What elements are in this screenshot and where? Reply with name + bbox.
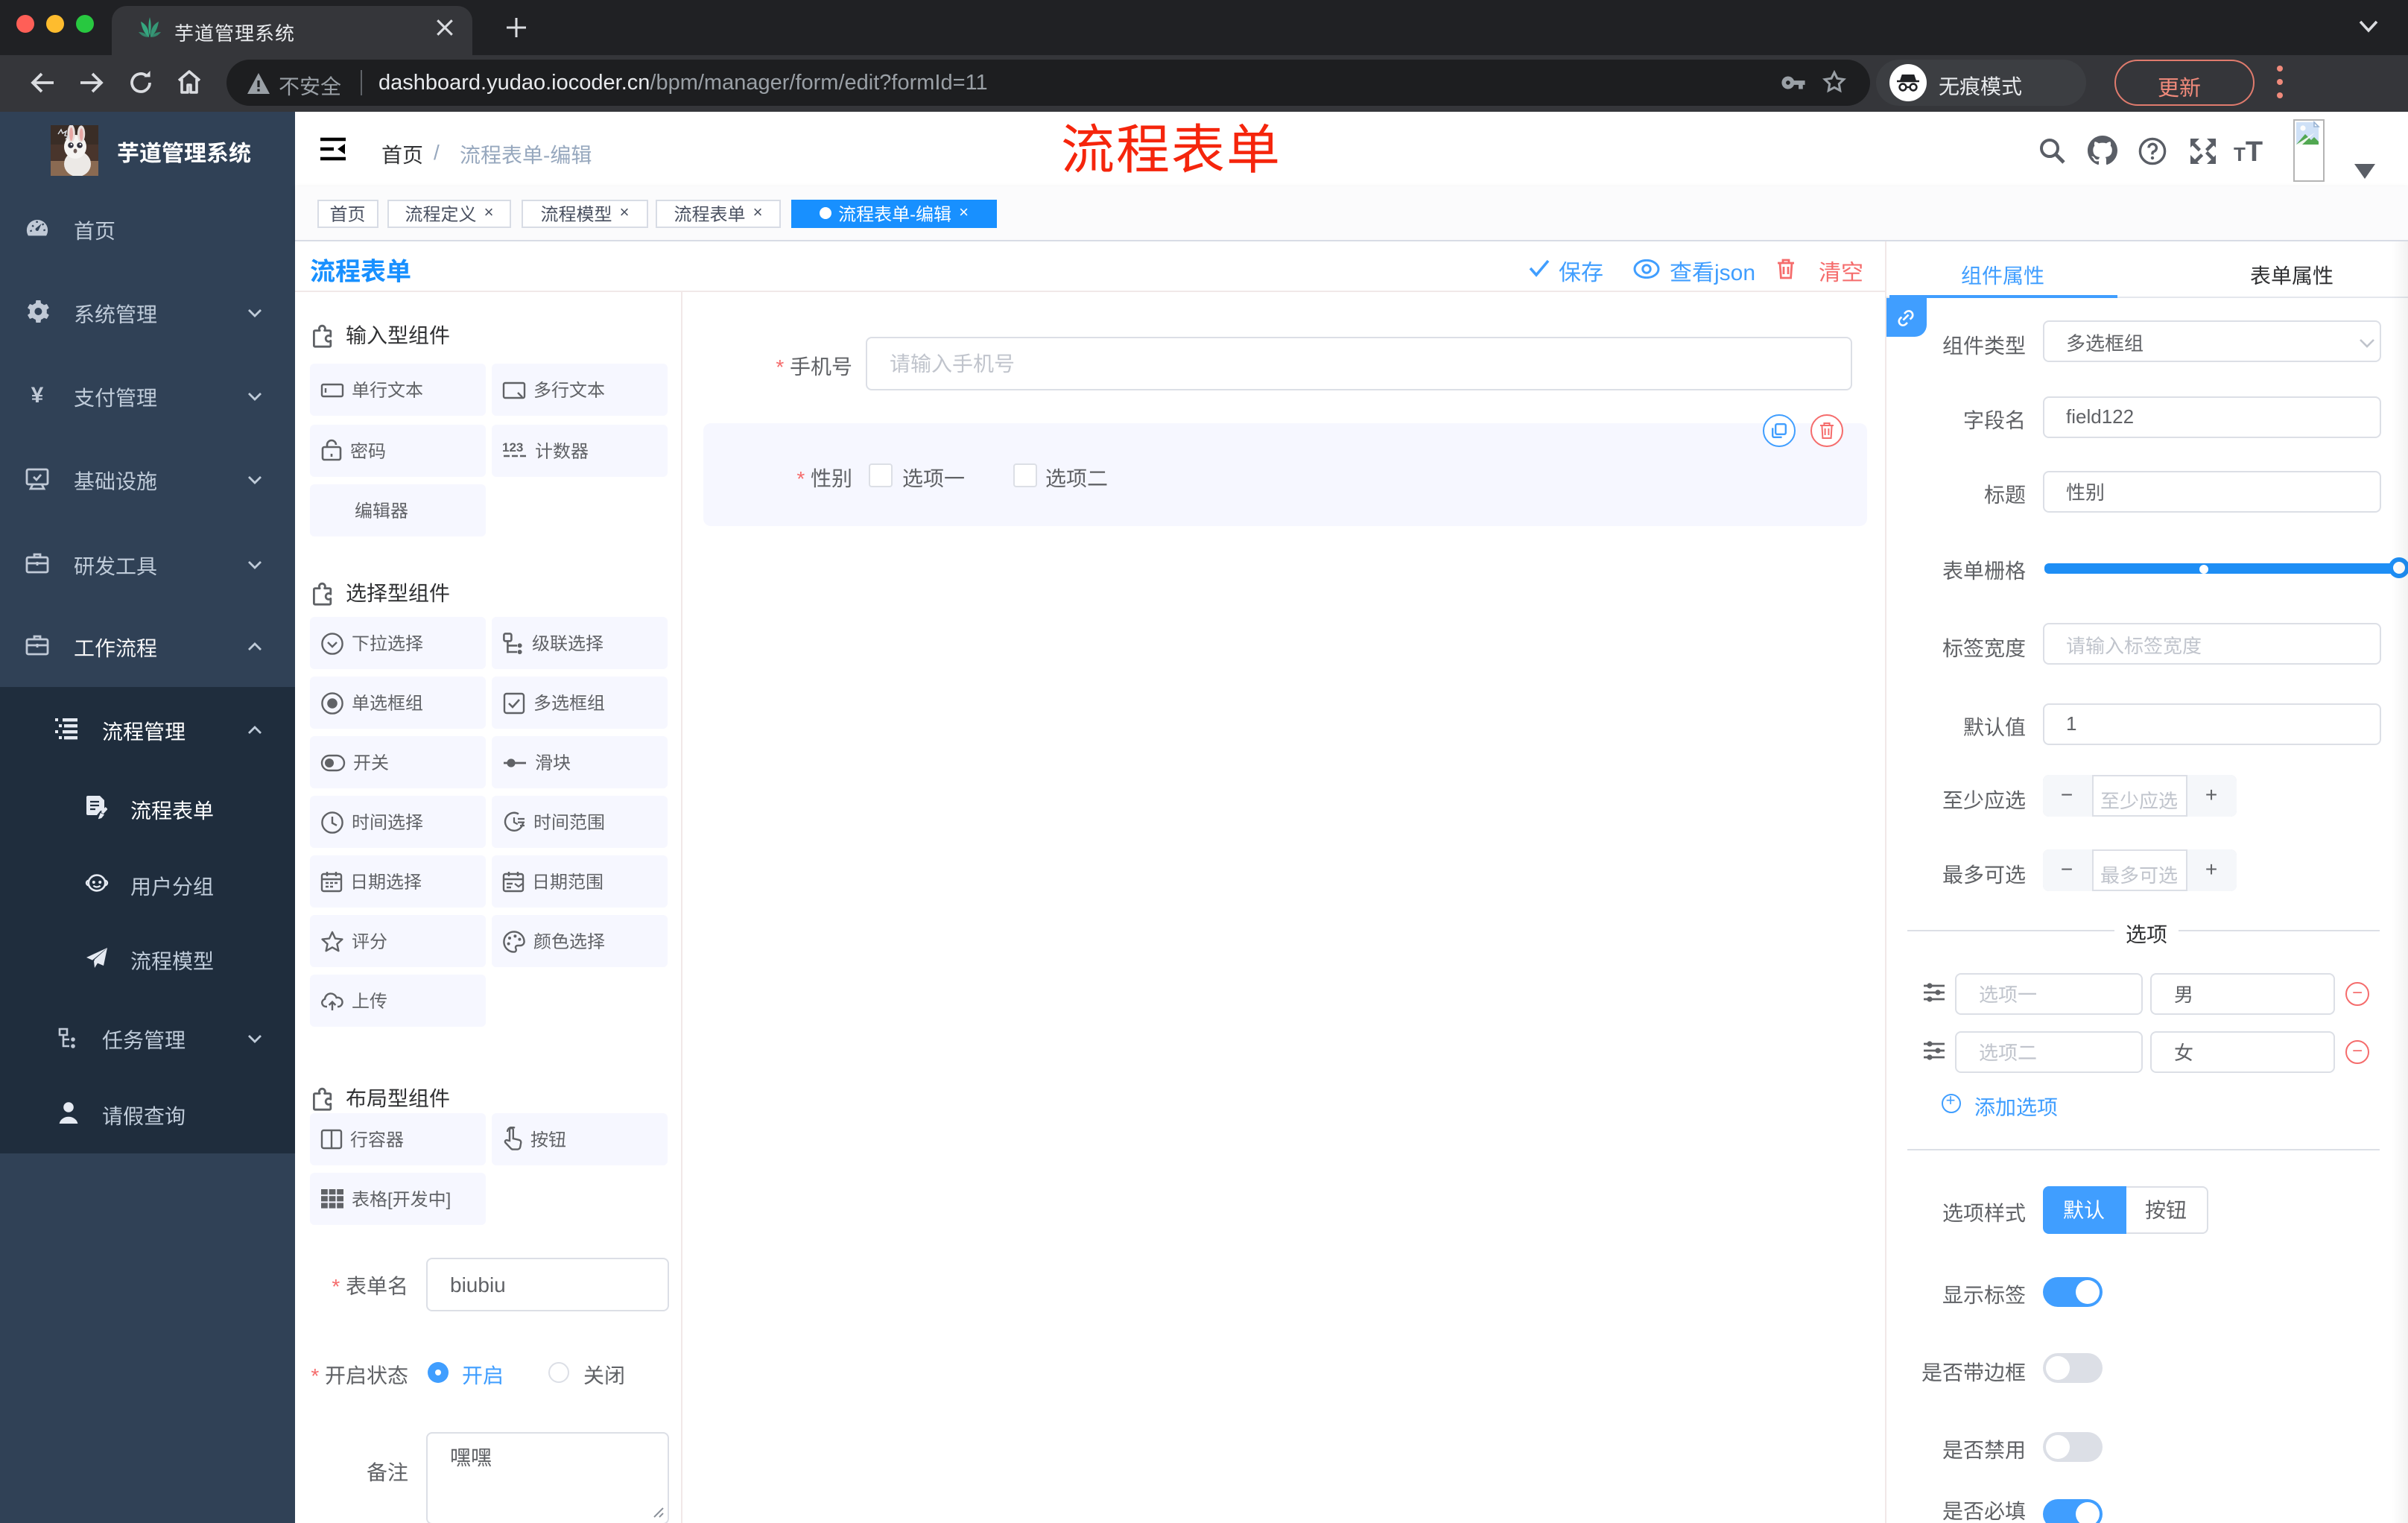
svg-text:123: 123 [502,440,523,455]
